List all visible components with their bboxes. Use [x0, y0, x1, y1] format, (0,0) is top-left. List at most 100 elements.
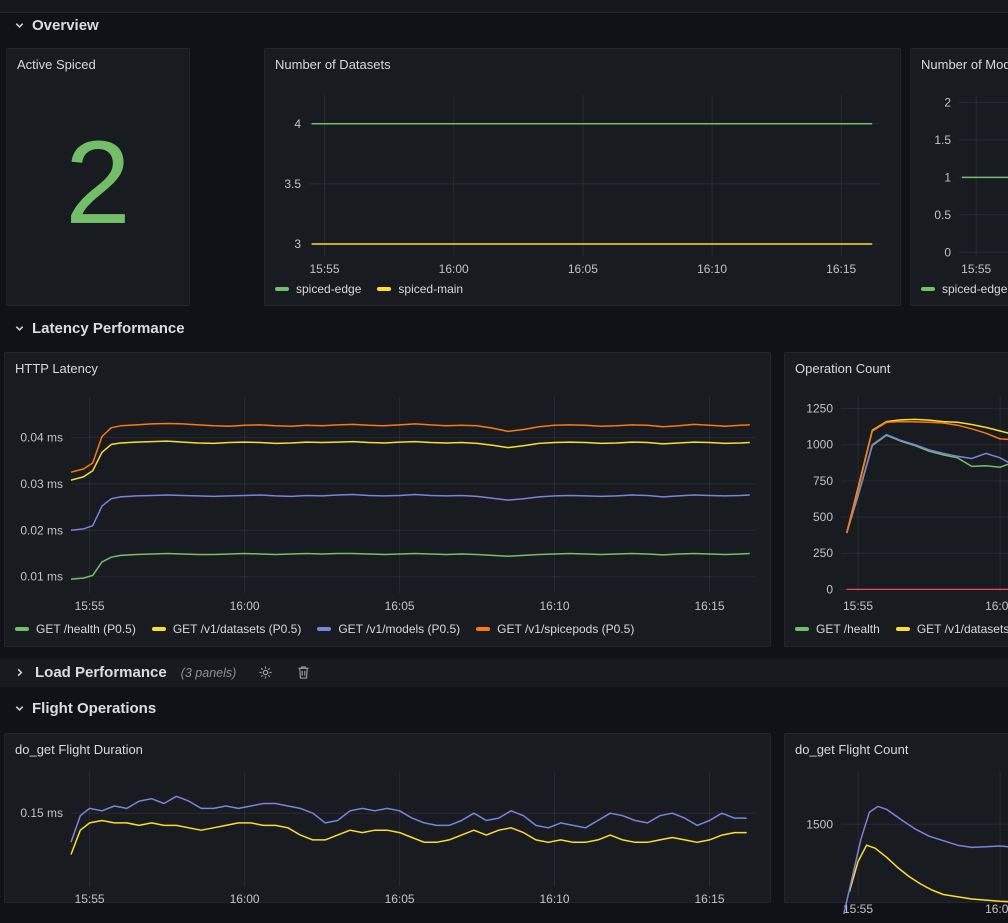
svg-text:1250: 1250 — [806, 402, 833, 416]
svg-text:0.04 ms: 0.04 ms — [20, 430, 63, 444]
legend-swatch — [152, 627, 166, 631]
svg-text:15:55: 15:55 — [843, 599, 873, 613]
svg-text:0.15 ms: 0.15 ms — [20, 806, 63, 820]
panel-title[interactable]: do_get Flight Duration — [15, 742, 143, 757]
section-header-flight-operations[interactable]: Flight Operations — [14, 700, 156, 717]
chevron-down-icon — [14, 703, 25, 714]
svg-text:16:10: 16:10 — [697, 262, 727, 276]
svg-text:1: 1 — [944, 170, 951, 184]
section-title: Load Performance — [35, 664, 167, 681]
panel-number-of-datasets: Number of Datasets 3 3.5 4 15:55 16:00 16:05 1… — [264, 48, 901, 306]
panel-title[interactable]: HTTP Latency — [15, 361, 98, 376]
svg-text:16:00: 16:00 — [985, 599, 1008, 613]
svg-text:1.5: 1.5 — [934, 133, 951, 147]
svg-text:15:55: 15:55 — [75, 892, 105, 906]
legend-item[interactable]: GET /v1/spicepods (P0.5) — [476, 622, 634, 636]
svg-text:15:55: 15:55 — [75, 599, 105, 613]
svg-text:16:10: 16:10 — [539, 892, 569, 906]
panel-title[interactable]: Operation Count — [795, 361, 890, 376]
svg-text:16:15: 16:15 — [694, 892, 724, 906]
svg-text:0: 0 — [944, 245, 951, 259]
legend-item[interactable]: GET /health — [795, 622, 880, 636]
legend-item[interactable]: spiced-edge — [921, 282, 1007, 296]
top-navigation-bar — [0, 0, 1008, 13]
chart-legend: spiced-edge spiced-main — [275, 282, 463, 296]
legend-swatch — [15, 627, 29, 631]
section-header-overview[interactable]: Overview — [14, 17, 99, 34]
svg-text:16:15: 16:15 — [826, 262, 856, 276]
legend-swatch — [275, 287, 289, 291]
chart-number-of-datasets[interactable]: 3 3.5 4 15:55 16:00 16:05 16:10 16:15 — [269, 91, 894, 278]
svg-text:15:55: 15:55 — [309, 262, 339, 276]
trash-icon — [297, 665, 310, 680]
panel-title[interactable]: Number of Datasets — [275, 57, 391, 72]
section-title: Latency Performance — [32, 320, 185, 337]
section-title: Flight Operations — [32, 700, 156, 717]
panel-title[interactable]: do_get Flight Count — [795, 742, 908, 757]
section-header-load-performance[interactable]: Load Performance (3 panels) — [0, 658, 1008, 687]
panel-title[interactable]: Number of Models — [921, 57, 1008, 72]
panel-http-latency: HTTP Latency 0.01 ms 0.02 ms 0.03 ms 0.04 m… — [4, 352, 771, 647]
svg-text:16:05: 16:05 — [385, 599, 415, 613]
chart-do-get-flight-count[interactable]: 150015:5516:0016:05 — [789, 768, 1008, 918]
svg-text:16:00: 16:00 — [230, 599, 260, 613]
svg-text:2: 2 — [944, 96, 951, 110]
svg-text:0.5: 0.5 — [934, 208, 951, 222]
legend-swatch — [317, 627, 331, 631]
svg-text:250: 250 — [813, 546, 833, 560]
panel-operation-count: Operation Count 0 250 500 750 1000 1250 15:55 1… — [784, 352, 1008, 647]
svg-text:4: 4 — [294, 117, 301, 131]
panel-number-of-models: Number of Models 00.511.5215:5516:0016:0… — [910, 48, 1008, 306]
panels-count-note: (3 panels) — [181, 666, 237, 680]
legend-swatch — [795, 627, 809, 631]
legend-item[interactable]: spiced-main — [377, 282, 463, 296]
chart-http-latency[interactable]: 0.01 ms 0.02 ms 0.03 ms 0.04 ms 15:55 16:00 16… — [9, 393, 766, 615]
svg-text:1500: 1500 — [806, 817, 833, 831]
section-title: Overview — [32, 17, 99, 34]
chart-legend: GET /health (P0.5) GET /v1/datasets (P0.5… — [15, 622, 634, 636]
svg-text:3.5: 3.5 — [284, 177, 301, 191]
svg-text:15:55: 15:55 — [961, 262, 991, 276]
stat-value: 2 — [7, 49, 189, 305]
legend-swatch — [921, 287, 935, 291]
panel-active-spiced: Active Spiced 2 — [6, 48, 190, 306]
panel-do-get-flight-duration: do_get Flight Duration 0.15 ms 15:55 16:00… — [4, 733, 771, 903]
legend-swatch — [377, 287, 391, 291]
svg-text:16:00: 16:00 — [439, 262, 469, 276]
chevron-right-icon — [14, 667, 25, 678]
chevron-down-icon — [14, 20, 25, 31]
legend-item[interactable]: spiced-edge — [275, 282, 361, 296]
chart-operation-count[interactable]: 02505007501000125015:5516:0016:05 — [789, 393, 1008, 615]
svg-text:16:00: 16:00 — [230, 892, 260, 906]
svg-text:16:05: 16:05 — [568, 262, 598, 276]
svg-text:15:55: 15:55 — [843, 902, 873, 916]
panel-do-get-flight-count: do_get Flight Count 150015:5516:0016:05 — [784, 733, 1008, 903]
gear-icon — [258, 665, 273, 680]
svg-text:0.02 ms: 0.02 ms — [20, 523, 63, 537]
svg-text:16:00: 16:00 — [985, 902, 1008, 916]
chart-do-get-flight-duration[interactable]: 0.15 ms 15:55 16:00 16:05 16:10 16:15 — [9, 768, 766, 908]
chart-number-of-models[interactable]: 00.511.5215:5516:0016:05 — [915, 91, 1008, 278]
legend-swatch — [476, 627, 490, 631]
svg-text:3: 3 — [294, 237, 301, 251]
legend-item[interactable]: GET /health (P0.5) — [15, 622, 136, 636]
chevron-down-icon — [14, 323, 25, 334]
chart-legend: spiced-edge — [921, 282, 1007, 296]
chart-legend: GET /health GET /v1/datasets — [795, 622, 1008, 636]
legend-item[interactable]: GET /v1/datasets — [896, 622, 1008, 636]
svg-text:0.03 ms: 0.03 ms — [20, 477, 63, 491]
svg-text:500: 500 — [813, 510, 833, 524]
svg-text:16:05: 16:05 — [385, 892, 415, 906]
svg-text:750: 750 — [813, 474, 833, 488]
svg-text:1000: 1000 — [806, 438, 833, 452]
svg-text:0: 0 — [826, 582, 833, 596]
svg-text:16:15: 16:15 — [694, 599, 724, 613]
svg-text:16:10: 16:10 — [539, 599, 569, 613]
legend-swatch — [896, 627, 910, 631]
legend-item[interactable]: GET /v1/datasets (P0.5) — [152, 622, 302, 636]
svg-text:0.01 ms: 0.01 ms — [20, 570, 63, 584]
legend-item[interactable]: GET /v1/models (P0.5) — [317, 622, 460, 636]
row-settings-button[interactable] — [252, 661, 278, 685]
section-header-latency-performance[interactable]: Latency Performance — [14, 320, 185, 337]
row-delete-button[interactable] — [290, 661, 316, 685]
